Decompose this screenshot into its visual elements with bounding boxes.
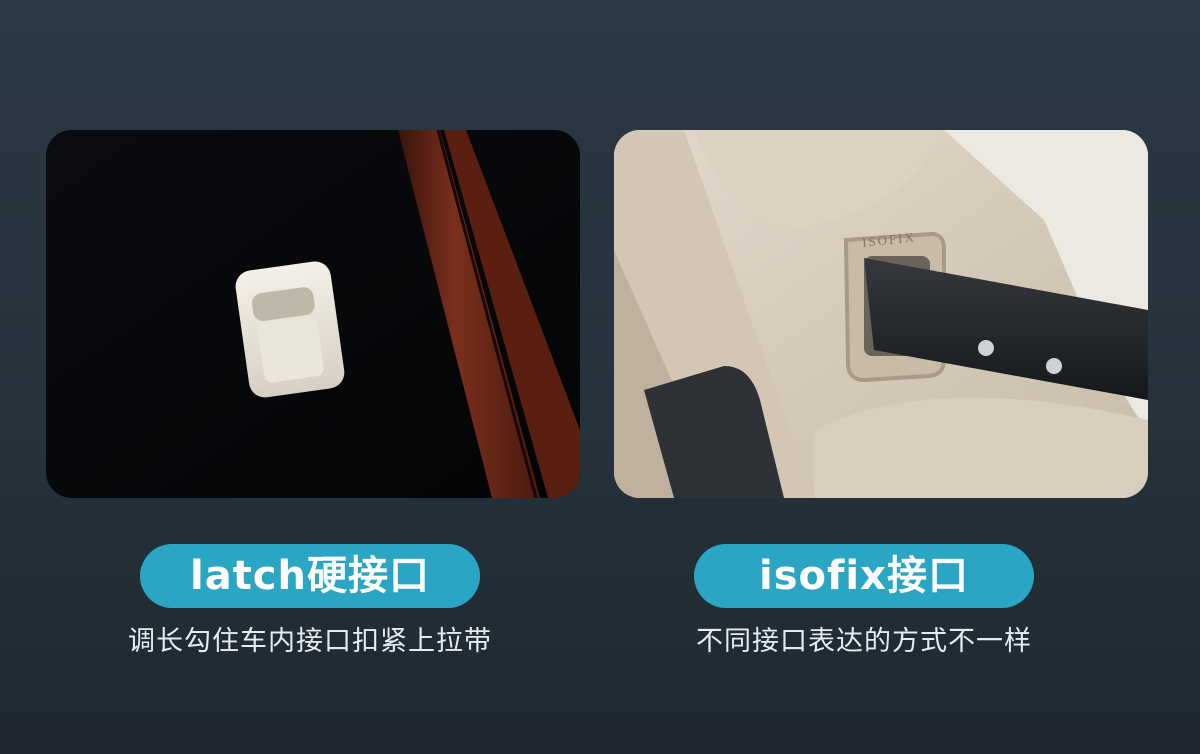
latch-label-pill: latch硬接口 — [140, 544, 480, 608]
isofix-photo: ISOFIX — [614, 130, 1148, 498]
isofix-label-pill: isofix接口 — [694, 544, 1034, 608]
latch-photo — [46, 130, 580, 498]
isofix-caption: 不同接口表达的方式不一样 — [696, 626, 1032, 657]
isofix-anchor-illustration — [614, 130, 1148, 498]
latch-label: latch硬接口 — [189, 553, 430, 599]
latch-anchor-illustration — [46, 130, 580, 498]
isofix-label: isofix接口 — [759, 553, 969, 599]
latch-caption: 调长勾住车内接口扣紧上拉带 — [128, 626, 492, 657]
